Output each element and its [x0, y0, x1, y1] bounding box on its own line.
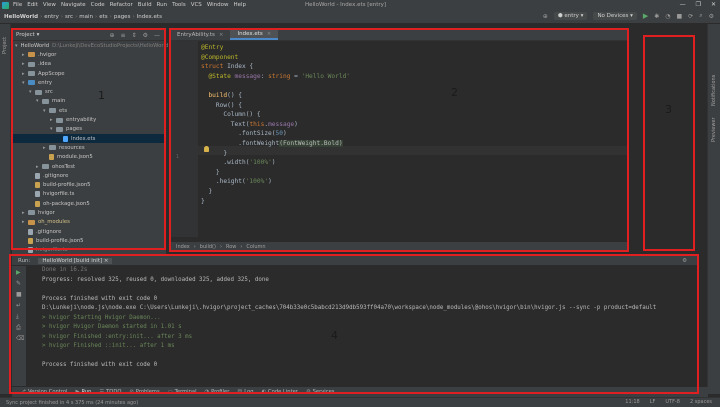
breadcrumb: HelloWorld › entry › src › main › ets › pages › Inde… [4, 14, 164, 20]
stop-icon[interactable]: ■ [677, 13, 683, 20]
breadcrumb-item[interactable]: HelloWorld [4, 14, 38, 20]
device-select[interactable]: No Devices ▾ [593, 12, 637, 20]
menu-item-build[interactable]: Build [138, 2, 152, 8]
menu-item-navigate[interactable]: Navigate [61, 2, 86, 8]
navigation-bar: HelloWorld › entry › src › main › ets › pages › Inde… [0, 10, 720, 24]
annotation-label-3: 3 [665, 103, 672, 116]
sync-icon[interactable]: ⟳ [688, 13, 693, 20]
search-icon[interactable]: ⌕ [699, 12, 702, 20]
status-encoding[interactable]: UTF-8 [665, 399, 680, 405]
breadcrumb-item[interactable]: main [79, 14, 93, 20]
breadcrumb-separator: › [109, 13, 112, 20]
breadcrumb-item[interactable]: src [65, 14, 73, 20]
status-bar: Sync project finished in 4 s 375 ms (24 … [0, 397, 720, 407]
annotation-label-2: 2 [451, 86, 458, 99]
run-icon[interactable]: ▶ [643, 12, 648, 20]
menu-item-file[interactable]: File [13, 2, 22, 8]
annotation-label-1: 1 [98, 89, 105, 102]
menu-item-view[interactable]: View [43, 2, 56, 8]
menu-item-run[interactable]: Run [157, 2, 168, 8]
minimize-icon[interactable]: — [680, 1, 686, 8]
menu-item-help[interactable]: Help [234, 2, 247, 8]
annotation-label-4: 4 [331, 329, 338, 342]
status-indent[interactable]: 2 spaces [690, 399, 712, 405]
close-icon[interactable]: ✕ [711, 1, 716, 8]
project-tool-tab[interactable]: Project [2, 37, 8, 54]
breadcrumb-item[interactable]: Index.ets [137, 14, 162, 20]
profile-icon[interactable]: ◔ [665, 13, 670, 20]
breadcrumb-separator: › [40, 13, 43, 20]
maximize-icon[interactable]: ❐ [696, 1, 701, 8]
notifications-tool-tab[interactable]: Notifications [711, 75, 717, 106]
target-icon[interactable]: ⊕ [543, 13, 548, 20]
breadcrumb-separator: › [132, 13, 135, 20]
menu-item-edit[interactable]: Edit [27, 2, 38, 8]
breadcrumb-separator: › [60, 13, 64, 20]
menu-item-refactor[interactable]: Refactor [110, 2, 133, 8]
settings-icon[interactable]: ⚙ [709, 13, 714, 20]
breadcrumb-separator: › [95, 13, 98, 20]
debug-icon[interactable]: ✱ [654, 13, 659, 20]
annotation-box-4 [9, 254, 699, 394]
previewer-tool-tab[interactable]: Previewer [711, 117, 717, 142]
menu-item-code[interactable]: Code [91, 2, 105, 8]
status-message[interactable]: Sync project finished in 4 s 375 ms (24 … [6, 400, 138, 406]
module-select[interactable]: ⬢ entry ▾ [553, 12, 588, 20]
annotation-box-2 [169, 28, 629, 252]
app-logo-icon [2, 1, 9, 9]
status-position[interactable]: 11:18 [625, 399, 639, 405]
menu-item-vcs[interactable]: VCS [191, 2, 202, 8]
menu-item-window[interactable]: Window [207, 2, 229, 8]
right-tool-strip: Notifications Previewer [707, 24, 720, 394]
breadcrumb-item[interactable]: ets [99, 14, 107, 20]
window-title: HelloWorld - Index.ets [entry] [305, 2, 387, 8]
annotation-box-3 [643, 35, 695, 251]
menu-item-tools[interactable]: Tools [172, 2, 186, 8]
breadcrumb-separator: › [75, 13, 78, 20]
breadcrumb-item[interactable]: entry [44, 14, 59, 20]
breadcrumb-item[interactable]: pages [114, 14, 131, 20]
annotation-box-1 [11, 28, 166, 250]
status-line-ending[interactable]: LF [650, 399, 656, 405]
menu-bar: File Edit View Navigate Code Refactor Build Run… [0, 0, 720, 10]
